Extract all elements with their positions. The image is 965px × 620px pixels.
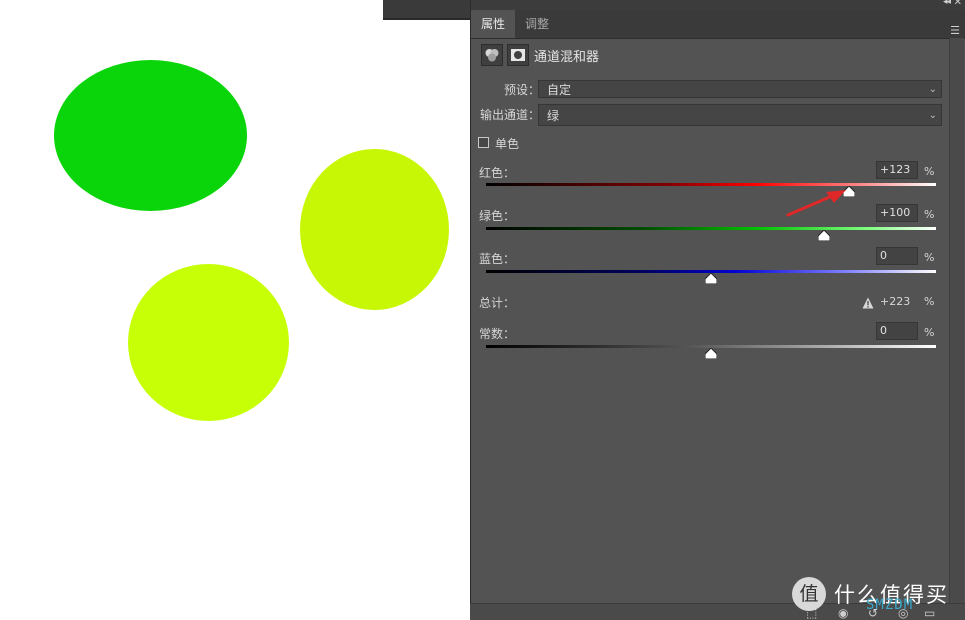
red-channel-label: 红色： bbox=[479, 166, 516, 180]
output-channel-value: 绿 bbox=[547, 109, 560, 123]
panel-titlebar: ◂◂ ✕ bbox=[471, 0, 965, 10]
total-value: +223 bbox=[880, 295, 911, 308]
channel-mixer-icon bbox=[481, 44, 503, 66]
constant-label: 常数： bbox=[479, 327, 516, 341]
watermark-sub: SMZDM bbox=[866, 597, 914, 613]
chevron-down-icon: ⌄ bbox=[928, 110, 937, 121]
preset-value: 自定 bbox=[547, 83, 572, 97]
tab-properties[interactable]: 属性 bbox=[471, 10, 516, 38]
panel-tabs: 属性 调整 ☰ bbox=[471, 10, 965, 39]
constant-percent-label: % bbox=[924, 326, 935, 339]
chevron-down-icon: ⌄ bbox=[928, 84, 937, 95]
tab-adjustments[interactable]: 调整 bbox=[515, 10, 559, 38]
watermark-logo: 值 bbox=[792, 577, 826, 611]
preset-dropdown[interactable]: 自定 ⌄ bbox=[538, 80, 942, 98]
document-canvas bbox=[0, 0, 470, 619]
close-icon[interactable]: ✕ bbox=[954, 0, 962, 8]
green-slider-track[interactable] bbox=[486, 227, 936, 230]
monochrome-checkbox[interactable] bbox=[478, 137, 489, 148]
red-value-input[interactable]: +123 bbox=[876, 161, 918, 179]
blue-value-input[interactable]: 0 bbox=[876, 247, 918, 265]
constant-value-input[interactable]: 0 bbox=[876, 322, 918, 340]
adjustment-title: 通道混和器 bbox=[534, 50, 600, 65]
layer-mask-icon[interactable] bbox=[507, 44, 529, 66]
output-channel-dropdown[interactable]: 绿 ⌄ bbox=[538, 104, 942, 126]
collapse-panel-icon[interactable]: ◂◂ bbox=[943, 0, 951, 7]
yellow-green-ellipse-bottom bbox=[128, 264, 289, 421]
total-percent-label: % bbox=[924, 295, 935, 308]
panel-scrollbar[interactable] bbox=[949, 38, 964, 603]
total-label: 总计： bbox=[479, 296, 516, 310]
red-annotation-arrow bbox=[786, 190, 846, 217]
green-value-input[interactable]: +100 bbox=[876, 204, 918, 222]
preset-label: 预设： bbox=[504, 83, 541, 97]
panel-menu-icon[interactable]: ☰ bbox=[950, 24, 960, 37]
monochrome-label: 单色 bbox=[495, 137, 520, 151]
red-percent-label: % bbox=[924, 165, 935, 178]
yellow-green-ellipse-right bbox=[300, 149, 449, 310]
green-channel-label: 绿色： bbox=[479, 209, 516, 223]
green-percent-label: % bbox=[924, 208, 935, 221]
green-ellipse bbox=[54, 60, 247, 211]
options-bar-fragment bbox=[383, 0, 471, 20]
blue-percent-label: % bbox=[924, 251, 935, 264]
warning-icon bbox=[862, 294, 874, 313]
red-slider-track[interactable] bbox=[486, 183, 936, 186]
output-channel-label: 输出通道： bbox=[480, 108, 541, 122]
watermark: 值 什么值得买 SMZDM bbox=[792, 575, 962, 615]
blue-channel-label: 蓝色： bbox=[479, 252, 516, 266]
